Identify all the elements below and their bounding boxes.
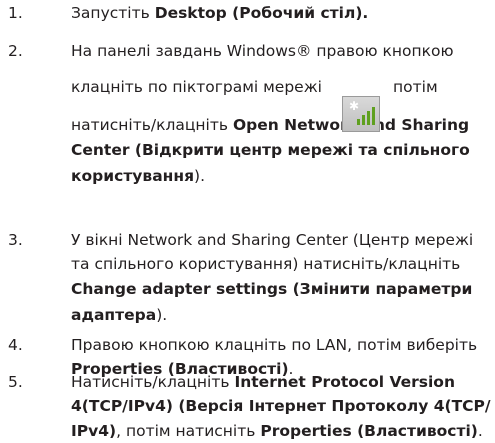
bold-text: Change adapter settings (Змінити парамет…: [71, 280, 473, 298]
step-line: Center (Відкрити центр мережі та спільно…: [71, 139, 470, 161]
text: На панелі завдань Windows® правою кнопко…: [71, 42, 454, 60]
signal-bar: [367, 111, 370, 125]
text: .: [477, 422, 483, 440]
step-line: 4(TCP/IPv4) (Версія Інтернет Протоколу 4…: [71, 395, 491, 417]
bold-text: Properties (Властивості): [260, 422, 478, 440]
step-number: 4.: [8, 336, 23, 354]
bold-text: Internet Protocol Version: [234, 373, 455, 391]
step-line: Запустіть Desktop (Робочий стіл).: [71, 2, 368, 24]
bold-text: користування: [71, 167, 195, 185]
step-line: користування).: [71, 165, 205, 187]
bold-text: 4(TCP/IPv4) (Версія Інтернет Протоколу 4…: [71, 397, 491, 415]
icon-trailing-text: потім: [393, 78, 438, 96]
step-line: На панелі завдань Windows® правою кнопко…: [71, 40, 454, 62]
signal-bars-icon: [357, 107, 375, 125]
step-line: Натисніть/клацніть Internet Protocol Ver…: [71, 371, 455, 393]
text: Натисніть/клацніть: [71, 373, 235, 391]
step-line: IPv4), потім натисніть Properties (Власт…: [71, 420, 483, 442]
step-line: адаптера).: [71, 304, 167, 326]
text: ).: [156, 306, 168, 324]
step-number: 5.: [8, 373, 23, 391]
bold-text: IPv4): [71, 422, 117, 440]
network-icon: ✱: [342, 96, 380, 132]
step-line: Правою кнопкою клацніть по LAN, потім ви…: [71, 334, 477, 356]
bold-text: Center (Відкрити центр мережі та спільно…: [71, 141, 470, 159]
signal-bar: [357, 119, 360, 125]
step-line: натисніть/клацніть Open Network and Shar…: [71, 114, 469, 136]
text: У вікні Network and Sharing Center (Цент…: [71, 231, 474, 249]
text: клацніть по піктограмі мережі: [71, 78, 322, 96]
text: Запустіть: [71, 4, 155, 22]
bold-text: адаптера: [71, 306, 157, 324]
step-number: 1.: [8, 4, 23, 22]
step-line: У вікні Network and Sharing Center (Цент…: [71, 229, 473, 251]
step-line: Change adapter settings (Змінити парамет…: [71, 278, 472, 300]
bold-text: Desktop (Робочий стіл).: [154, 4, 369, 22]
text: та спільного користування) натисніть/кла…: [71, 255, 461, 273]
step-number: 2.: [8, 42, 23, 60]
text: , потім натисніть: [116, 422, 261, 440]
text: натисніть/клацніть: [71, 116, 233, 134]
text: Правою кнопкою клацніть по LAN, потім ви…: [71, 336, 478, 354]
signal-bar: [372, 107, 375, 125]
step-number: 3.: [8, 231, 23, 249]
step-line: та спільного користування) натисніть/кла…: [71, 253, 460, 275]
signal-bar: [362, 115, 365, 125]
text: ).: [194, 167, 206, 185]
step-line: клацніть по піктограмі мережі: [71, 76, 322, 98]
